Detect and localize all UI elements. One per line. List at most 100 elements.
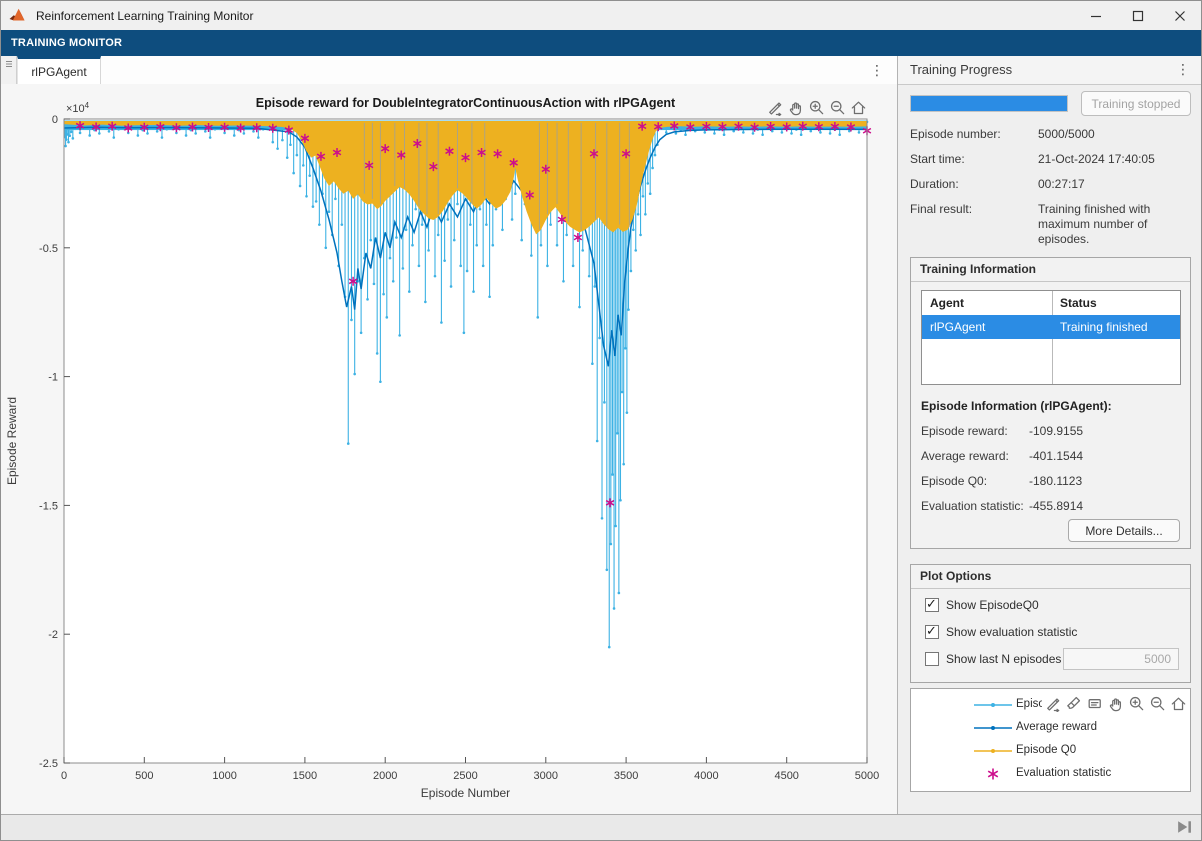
duration-label: Duration: <box>910 177 959 191</box>
training-information-card: Training Information Agent Status rlPGAg… <box>910 257 1191 549</box>
toolstrip: TRAINING MONITOR <box>1 30 1201 56</box>
vertical-ellipsis-icon: ⋮ <box>870 62 884 79</box>
svg-text:5000: 5000 <box>855 770 879 782</box>
show-episodeq0-row[interactable]: Show EpisodeQ0 <box>925 598 1039 612</box>
show-episodeq0-label: Show EpisodeQ0 <box>946 598 1039 612</box>
episode-q0-value: -180.1123 <box>1029 474 1082 488</box>
window-title: Reinforcement Learning Training Monitor <box>36 9 253 23</box>
svg-text:1000: 1000 <box>212 770 236 782</box>
legend-hover-toolbar <box>1042 693 1190 715</box>
tab-overflow-button[interactable]: ⋮ <box>867 60 887 80</box>
legend-zoom-out-button[interactable] <box>1147 693 1167 713</box>
duration-value: 00:27:17 <box>1038 177 1193 192</box>
column-header-agent[interactable]: Agent <box>930 296 964 310</box>
panel-title: Training Progress <box>910 62 1012 77</box>
legend-entry-average-reward: Average reward <box>911 718 1190 738</box>
legend-export-button[interactable] <box>1042 693 1062 713</box>
zoom-in-button[interactable] <box>806 97 826 117</box>
show-last-n-episodes-label: Show last N episodes <box>946 652 1061 666</box>
show-last-n-episodes-row[interactable]: Show last N episodes <box>925 652 1061 666</box>
average-reward-legend-label: Average reward <box>1016 721 1097 733</box>
maximize-button[interactable] <box>1117 1 1159 30</box>
hand-icon <box>1107 695 1124 712</box>
svg-text:0: 0 <box>61 770 67 782</box>
more-details-button[interactable]: More Details... <box>1068 519 1180 542</box>
home-icon <box>1170 695 1187 712</box>
plot-options-header: Plot Options <box>911 565 1190 589</box>
panel-header: Training Progress ⋮ <box>898 56 1201 85</box>
pan-button[interactable] <box>785 97 805 117</box>
home-icon <box>850 99 867 116</box>
training-information-title: Training Information <box>920 262 1036 276</box>
legend-brush-button[interactable] <box>1063 693 1083 713</box>
figure-area: 0500100015002000250030003500400045005000… <box>1 84 897 815</box>
svg-text:Episode Reward: Episode Reward <box>5 397 19 485</box>
show-evaluation-statistic-row[interactable]: Show evaluation statistic <box>925 625 1077 639</box>
svg-text:2000: 2000 <box>373 770 397 782</box>
final-result-label: Final result: <box>910 202 972 216</box>
plot-options-card: Plot Options Show EpisodeQ0 Show evaluat… <box>910 564 1191 683</box>
episode-information-title: Episode Information (rlPGAgent): <box>921 399 1112 413</box>
close-icon <box>1174 10 1186 22</box>
average-reward-line-marker <box>973 718 1013 738</box>
panel-menu-button[interactable]: ⋮ <box>1175 61 1191 78</box>
legend-entry-evaluation-statistic: Evaluation statistic <box>911 764 1190 784</box>
show-evaluation-statistic-checkbox[interactable] <box>925 625 939 639</box>
legend-zoom-in-button[interactable] <box>1126 693 1146 713</box>
svg-text:-2.5: -2.5 <box>39 758 58 770</box>
chart-title: Episode reward for DoubleIntegratorConti… <box>64 96 867 110</box>
legend-pan-button[interactable] <box>1105 693 1125 713</box>
legend-datatip-button[interactable] <box>1084 693 1104 713</box>
column-header-status[interactable]: Status <box>1060 296 1097 310</box>
minimize-button[interactable] <box>1075 1 1117 30</box>
table-header-row: Agent Status <box>922 291 1180 316</box>
svg-text:1500: 1500 <box>293 770 317 782</box>
episode-number-value: 5000/5000 <box>1038 127 1193 142</box>
tab-list-button[interactable] <box>1 56 17 84</box>
episode-q0-line-marker <box>973 741 1013 761</box>
maximize-icon <box>1132 10 1144 22</box>
episode-reward-label: Episode reward: <box>921 424 1008 438</box>
episode-reward-line-marker <box>973 695 1013 715</box>
svg-text:4500: 4500 <box>774 770 798 782</box>
last-n-episodes-input[interactable] <box>1063 648 1179 670</box>
plot-options-title: Plot Options <box>920 569 991 583</box>
export-plot-button[interactable] <box>764 97 784 117</box>
training-progress-bar <box>910 95 1068 112</box>
svg-text:-0.5: -0.5 <box>39 243 58 255</box>
start-time-label: Start time: <box>910 152 965 166</box>
show-evaluation-statistic-label: Show evaluation statistic <box>946 625 1077 639</box>
svg-text:-1: -1 <box>48 372 58 384</box>
evaluation-statistic-value: -455.8914 <box>1029 499 1083 513</box>
reward-chart[interactable]: 0500100015002000250030003500400045005000… <box>1 84 897 815</box>
svg-text:-2: -2 <box>48 629 58 641</box>
legend-entry-episode-q0: Episode Q0 <box>911 741 1190 761</box>
legend-home-button[interactable] <box>1168 693 1188 713</box>
toolstrip-tab-training-monitor[interactable]: TRAINING MONITOR <box>1 37 132 49</box>
episode-number-label: Episode number: <box>910 127 1001 141</box>
datatip-icon <box>1086 695 1103 712</box>
close-button[interactable] <box>1159 1 1201 30</box>
expand-panel-button[interactable] <box>1177 820 1193 834</box>
table-row-selected[interactable]: rlPGAgent Training finished <box>922 315 1180 339</box>
zoom-out-icon <box>1149 695 1166 712</box>
training-stopped-button[interactable]: Training stopped <box>1081 91 1191 116</box>
episode-q0-label: Episode Q0: <box>921 474 987 488</box>
episode-reward-value: -109.9155 <box>1029 424 1083 438</box>
svg-text:Episode Number: Episode Number <box>421 786 510 800</box>
hamburger-icon <box>5 60 13 68</box>
hand-icon <box>787 99 804 116</box>
zoom-out-button[interactable] <box>827 97 847 117</box>
minimize-icon <box>1090 10 1102 22</box>
matlab-logo-icon <box>9 7 29 24</box>
tab-rlpgagent[interactable]: rlPGAgent <box>17 56 101 84</box>
svg-text:500: 500 <box>135 770 153 782</box>
svg-text:-1.5: -1.5 <box>39 500 58 512</box>
show-last-n-episodes-checkbox[interactable] <box>925 652 939 666</box>
show-episodeq0-checkbox[interactable] <box>925 598 939 612</box>
training-information-header: Training Information <box>911 258 1190 282</box>
progress-fill <box>911 96 1067 111</box>
tab-label: rlPGAgent <box>31 65 86 79</box>
restore-view-button[interactable] <box>848 97 868 117</box>
final-result-value: Training finished with maximum number of… <box>1038 202 1193 247</box>
